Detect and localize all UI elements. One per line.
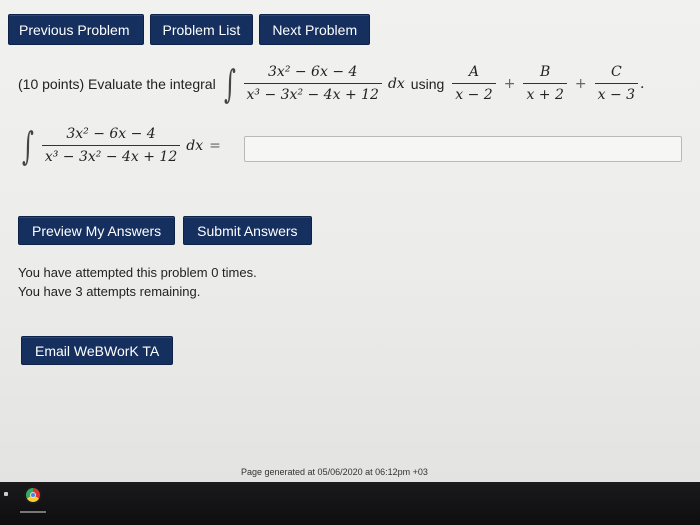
- previous-problem-button[interactable]: Previous Problem: [8, 14, 144, 45]
- webwork-page: Previous Problem Problem List Next Probl…: [0, 0, 700, 482]
- using-text: using: [410, 75, 445, 92]
- answer-actions: Preview My Answers Submit Answers: [18, 216, 312, 245]
- submit-answers-button[interactable]: Submit Answers: [183, 216, 312, 245]
- answer-integrand-fraction: 3x² − 6x − 4 x³ − 3x² − 4x + 12: [41, 126, 181, 165]
- answer-integrand-numerator: 3x² − 6x − 4: [66, 126, 156, 142]
- answer-input[interactable]: [244, 136, 682, 162]
- term-c-denominator: x − 3: [594, 83, 639, 103]
- taskbar: [0, 482, 700, 525]
- integrand-denominator: x³ − 3x² − 4x + 12: [243, 83, 382, 103]
- integral-sign-icon: ∫: [21, 123, 34, 168]
- term-c-numerator: C: [610, 64, 622, 80]
- integral-sign-icon: ∫: [223, 61, 236, 106]
- attempts-remaining-text: You have 3 attempts remaining.: [18, 284, 201, 299]
- equals-sign: =: [209, 137, 221, 154]
- term-c-fraction: C x − 3: [594, 64, 639, 103]
- term-b-fraction: B x + 2: [523, 64, 567, 103]
- term-a-fraction: A x − 2: [452, 64, 496, 103]
- problem-list-button[interactable]: Problem List: [149, 14, 254, 45]
- problem-navigation: Previous Problem Problem List Next Probl…: [8, 14, 371, 45]
- next-problem-button[interactable]: Next Problem: [259, 14, 371, 45]
- integrand-numerator: 3x² − 6x − 4: [268, 64, 358, 80]
- email-section: Email WeBWorK TA: [21, 336, 174, 365]
- answer-integrand-denominator: x³ − 3x² − 4x + 12: [41, 145, 181, 165]
- integrand-fraction: 3x² − 6x − 4 x³ − 3x² − 4x + 12: [243, 64, 382, 103]
- attempted-count-text: You have attempted this problem 0 times.: [18, 265, 257, 280]
- dx-label: dx: [387, 75, 405, 92]
- problem-points-text: (10 points) Evaluate the integral: [18, 75, 216, 92]
- term-b-denominator: x + 2: [523, 83, 567, 103]
- answer-expression: ∫ 3x² − 6x − 4 x³ − 3x² − 4x + 12 dx =: [14, 126, 227, 165]
- attempt-status: You have attempted this problem 0 times.…: [18, 263, 257, 301]
- chrome-icon[interactable]: [26, 488, 40, 502]
- email-ta-button[interactable]: Email WeBWorK TA: [21, 336, 174, 365]
- page-footer: Page generated at 05/06/2020 at 06:12pm …: [241, 467, 428, 477]
- dx-label: dx: [186, 137, 204, 154]
- preview-answers-button[interactable]: Preview My Answers: [18, 216, 176, 245]
- period: .: [640, 75, 645, 92]
- term-a-denominator: x − 2: [452, 83, 496, 103]
- active-app-indicator: [20, 511, 46, 513]
- plus-sign: +: [503, 75, 516, 92]
- term-b-numerator: B: [540, 64, 551, 80]
- plus-sign: +: [574, 75, 587, 92]
- taskbar-dot-icon: [4, 492, 8, 496]
- term-a-numerator: A: [468, 64, 480, 80]
- problem-statement: (10 points) Evaluate the integral ∫ 3x² …: [18, 64, 686, 103]
